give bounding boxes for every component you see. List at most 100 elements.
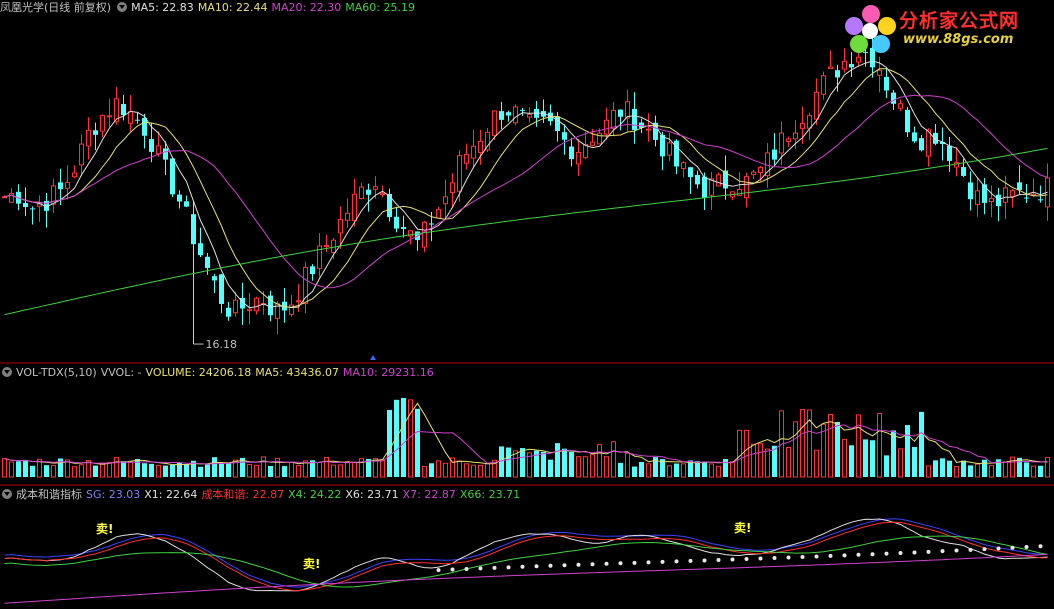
candle-body <box>156 145 161 155</box>
x66-dot <box>632 560 637 565</box>
volume-bar <box>870 440 875 477</box>
candle-body <box>254 297 259 312</box>
x66-dot <box>618 561 623 566</box>
volume-bar <box>765 448 770 478</box>
indicator-label: 成本和谐: 22.87 <box>201 488 285 501</box>
candle-body <box>436 209 441 219</box>
ma10-line <box>4 68 1048 308</box>
indicator-label: X4: 24.22 <box>288 488 342 501</box>
volume-bar <box>814 449 819 478</box>
volume-bar <box>128 461 133 478</box>
candle-body <box>464 154 469 164</box>
sell-signal-label: 卖! <box>734 520 751 535</box>
volume-title: VOL-TDX(5,10) <box>16 366 97 379</box>
candle-body <box>513 106 518 124</box>
x66-dot <box>926 549 931 554</box>
candle-body <box>996 194 1001 207</box>
candle-body <box>849 64 854 68</box>
candle-body <box>779 132 784 154</box>
x66-dot <box>450 567 455 572</box>
x66-dot <box>758 556 763 561</box>
volume-bar <box>961 460 966 477</box>
volume-bar <box>786 446 791 478</box>
candle-body <box>576 151 581 165</box>
volume-bar <box>555 443 560 477</box>
volume-bar <box>30 465 35 477</box>
x66-dot <box>856 552 861 557</box>
chart-canvas[interactable]: 16.18 卖! 卖! 卖! <box>0 0 1054 609</box>
x66-dot <box>1038 544 1043 549</box>
volume-bar <box>16 461 21 477</box>
volume-bar <box>114 457 119 478</box>
volume-bar <box>352 462 357 478</box>
volume-bar <box>149 463 154 477</box>
candle-body <box>219 274 224 304</box>
x66-dot <box>716 557 721 562</box>
candle-body <box>450 182 455 194</box>
indicator-pane-header: 成本和谐指标 SG: 23.03 X1: 22.64 成本和谐: 22.87 X4: 2… <box>0 487 528 503</box>
dropdown-icon[interactable] <box>117 2 128 12</box>
candle-body <box>184 201 189 207</box>
candle-body <box>338 218 343 234</box>
indicator-label: X7: 22.87 <box>402 488 456 501</box>
volume-bar <box>212 457 217 477</box>
x66-dot <box>576 562 581 567</box>
candle-body <box>93 130 98 135</box>
candle-body <box>555 116 560 132</box>
volume-bar <box>548 459 553 477</box>
volume-bar <box>562 448 567 477</box>
x66-dot <box>534 564 539 569</box>
candle-body <box>429 223 434 225</box>
x66-dot <box>996 546 1001 551</box>
volume-bar <box>2 458 7 478</box>
candle-body <box>989 198 994 203</box>
volume-bar <box>758 443 763 478</box>
dropdown-icon[interactable] <box>2 367 12 377</box>
volume-bar <box>429 463 434 477</box>
volume-bar <box>345 461 350 478</box>
volume-bar <box>835 421 840 477</box>
candle-body <box>191 214 196 245</box>
candle-body <box>688 167 693 178</box>
cost-harmony-line <box>4 521 1048 592</box>
candle-body <box>366 189 371 195</box>
x66-dot <box>870 552 875 557</box>
candle-body <box>709 178 714 196</box>
x66-dot <box>590 562 595 567</box>
indicator-label: MA10: 29231.16 <box>342 366 434 379</box>
candle-body <box>1024 197 1029 199</box>
volume-bar <box>828 413 833 478</box>
candle-body <box>1010 190 1015 197</box>
candle-body <box>212 276 217 281</box>
candle-body <box>898 103 903 109</box>
volume-bar <box>387 409 392 477</box>
x66-dot <box>548 563 553 568</box>
x66-dot <box>436 568 441 573</box>
x66-dot <box>506 565 511 570</box>
candle-body <box>149 139 154 152</box>
candle-body <box>919 138 924 151</box>
x66-dot <box>968 547 973 552</box>
candle-body <box>667 142 672 156</box>
dropdown-icon[interactable] <box>2 489 12 499</box>
x66-dot <box>954 548 959 553</box>
volume-bar <box>163 465 168 477</box>
candle-body <box>471 145 476 159</box>
volume-bar <box>100 463 105 478</box>
volume-bar <box>590 454 595 478</box>
x66-dot <box>660 559 665 564</box>
low-marker-label: 16.18 <box>206 338 238 351</box>
volume-bar <box>849 445 854 477</box>
volume-bar <box>1024 462 1029 477</box>
volume-bar <box>254 464 259 478</box>
candle-body <box>744 176 749 199</box>
volume-bar <box>863 439 868 477</box>
candle-body <box>590 141 595 146</box>
x66-dot <box>786 555 791 560</box>
indicator-label: MA20: 22.30 <box>271 1 342 14</box>
candle-body <box>30 208 35 210</box>
volume-bar <box>289 462 294 478</box>
candle-body <box>660 134 665 157</box>
site-logo: 分析家公式网 www.88gs.com <box>843 2 1048 54</box>
volume-bar <box>317 461 322 478</box>
